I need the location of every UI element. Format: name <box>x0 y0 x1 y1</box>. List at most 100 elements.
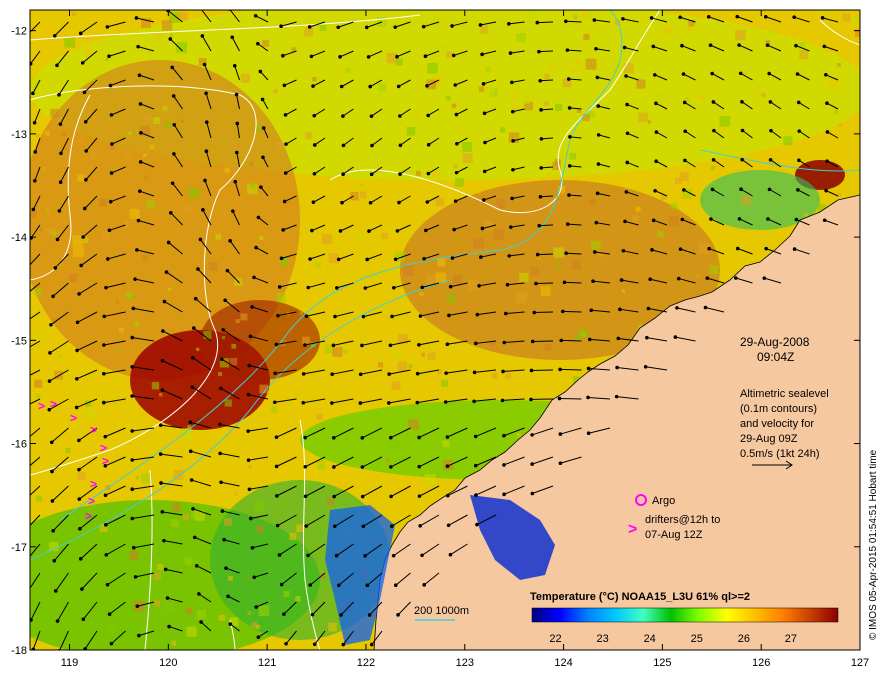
sst-pixel <box>710 165 715 170</box>
sst-pixel <box>573 14 578 20</box>
sst-pixel <box>440 379 449 387</box>
velocity-arrow-head <box>500 398 505 403</box>
sst-pixel <box>818 11 825 17</box>
sst-pixel <box>440 43 447 51</box>
velocity-arrow-head <box>166 240 171 245</box>
sst-pixel <box>315 261 321 268</box>
velocity-arrow-head <box>445 464 450 469</box>
velocity-arrow-head <box>130 458 135 462</box>
sst-pixel <box>165 122 172 129</box>
velocity-arrow-head <box>558 432 563 436</box>
velocity-arrow-head <box>250 305 254 309</box>
velocity-arrow-head <box>368 200 373 205</box>
velocity-arrow-head <box>739 187 743 192</box>
sst-pixel <box>336 479 346 489</box>
velocity-arrow-head <box>135 604 140 609</box>
sst-pixel <box>144 175 149 180</box>
velocity-arrow-head <box>336 257 341 262</box>
velocity-arrow-head <box>450 256 455 260</box>
velocity-arrow-head <box>418 314 423 318</box>
velocity-arrow-head <box>625 102 629 107</box>
sst-pixel <box>35 393 41 399</box>
velocity-arrow-head <box>21 470 25 474</box>
velocity-arrow-head <box>196 267 200 271</box>
velocity-arrow-head <box>825 101 829 106</box>
velocity-arrow-head <box>191 506 195 511</box>
velocity-arrow-head <box>228 622 233 626</box>
sst-pixel <box>276 293 286 303</box>
velocity-arrow-head <box>767 71 771 76</box>
sst-pixel <box>56 152 60 156</box>
velocity-arrow-head <box>396 84 401 89</box>
velocity-arrow-head <box>77 438 81 443</box>
sst-pixel <box>631 214 639 222</box>
velocity-arrow-head <box>218 422 222 427</box>
velocity-arrow-head <box>340 200 344 205</box>
velocity-arrow-head <box>284 642 288 646</box>
sst-pixel <box>184 557 192 565</box>
velocity-arrow-head <box>158 423 163 427</box>
sst-pixel <box>427 62 438 74</box>
velocity-arrow-head <box>191 326 196 330</box>
velocity-arrow-head <box>796 100 801 105</box>
velocity-arrow-head <box>331 343 336 348</box>
velocity-arrow-head <box>81 617 86 622</box>
sst-pixel <box>378 298 382 302</box>
sst-pixel <box>468 279 479 290</box>
velocity-arrow-head <box>107 612 112 616</box>
sst-pixel <box>84 47 92 55</box>
velocity-arrow-head <box>31 91 35 96</box>
sst-pixel <box>359 133 363 138</box>
velocity-arrow-head <box>198 6 202 10</box>
velocity-arrow-head <box>388 435 393 440</box>
velocity-arrow <box>559 397 582 400</box>
sst-pixel <box>184 204 193 213</box>
velocity-arrow-head <box>445 435 450 439</box>
velocity-arrow-head <box>735 14 740 19</box>
velocity-arrow-head <box>393 25 398 29</box>
velocity-arrow-head <box>680 43 684 48</box>
velocity-arrow-head <box>738 71 743 76</box>
velocity-arrow-head <box>538 194 543 199</box>
velocity-arrow-head <box>274 435 279 439</box>
velocity-arrow-head <box>681 72 686 76</box>
sst-pixel <box>635 206 641 212</box>
velocity-arrow-head <box>768 100 773 104</box>
velocity-arrow-head <box>250 545 255 550</box>
velocity-arrow-head <box>447 313 451 318</box>
velocity-arrow-head <box>415 400 420 405</box>
velocity-arrow-head <box>366 55 371 59</box>
colorbar-tick-label: 26 <box>738 633 750 645</box>
velocity-arrow-head <box>360 436 365 440</box>
sst-pixel <box>171 502 181 512</box>
velocity-arrow-head <box>358 401 363 405</box>
sst-pixel <box>234 492 239 497</box>
velocity-arrow-head <box>708 43 713 48</box>
sst-pixel <box>376 356 381 361</box>
sst-pixel <box>366 152 370 157</box>
sst-pixel <box>196 347 200 351</box>
velocity-arrow-head <box>33 150 38 154</box>
velocity-arrow-head <box>223 298 227 303</box>
date-label: 29-Aug-2008 <box>740 335 810 349</box>
sst-pixel <box>35 134 40 138</box>
velocity-arrow-head <box>558 461 563 466</box>
velocity-arrow-head <box>711 158 716 162</box>
lat-tick-label: -13 <box>11 129 27 141</box>
velocity-arrow-head <box>204 120 209 124</box>
velocity-arrow-head <box>104 552 109 557</box>
velocity-arrow-head <box>388 343 393 348</box>
velocity-arrow-head <box>678 15 682 20</box>
velocity-arrow-head <box>705 276 710 280</box>
velocity-arrow-head <box>198 237 203 242</box>
sst-pixel <box>142 255 149 261</box>
velocity-arrow-head <box>709 217 713 221</box>
sst-pixel <box>547 65 552 70</box>
sst-pixel <box>99 198 108 207</box>
velocity-arrow-head <box>170 65 175 70</box>
velocity-arrow-head <box>444 371 448 375</box>
velocity-arrow-head <box>820 16 825 20</box>
velocity-arrow-head <box>339 84 344 89</box>
sst-pixel <box>44 131 50 136</box>
velocity-arrow-head <box>234 92 239 97</box>
